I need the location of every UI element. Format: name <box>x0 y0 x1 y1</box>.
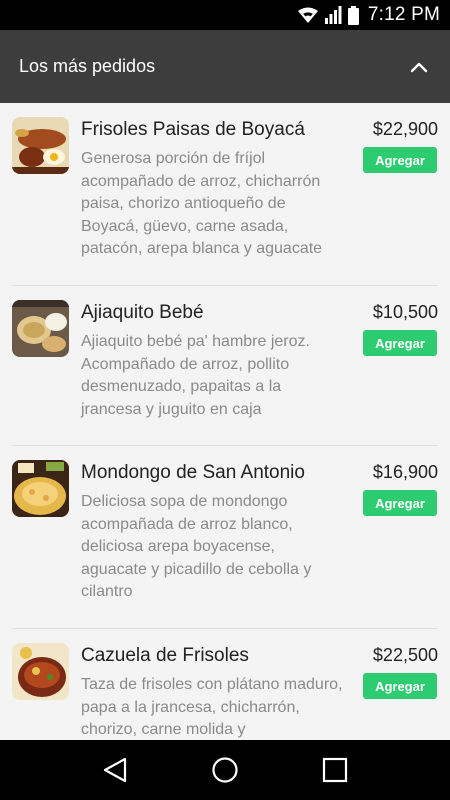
menu-list[interactable]: Frisoles Paisas de Boyacá Generosa porci… <box>0 103 450 740</box>
dish-description: Deliciosa sopa de mondongo acompañada de… <box>81 493 312 601</box>
back-icon[interactable] <box>91 746 139 794</box>
navigation-bar <box>0 740 450 800</box>
section-header[interactable]: Los más pedidos <box>0 30 450 103</box>
list-item[interactable]: Ajiaquito Bebé Ajiaquito bebé pa' hambre… <box>12 286 438 446</box>
dish-name: Cazuela de Frisoles <box>81 645 249 666</box>
status-bar: 7:12 PM <box>0 0 450 30</box>
dish-price: $10,500 <box>372 302 438 322</box>
add-button[interactable]: Agregar <box>363 330 437 356</box>
chevron-up-icon[interactable] <box>406 54 432 80</box>
add-button[interactable]: Agregar <box>363 147 437 173</box>
add-button[interactable]: Agregar <box>363 673 437 699</box>
dish-image <box>12 460 69 517</box>
recents-icon[interactable] <box>311 746 359 794</box>
status-time: 7:12 PM <box>367 4 440 25</box>
dish-price: $22,500 <box>372 645 438 665</box>
dish-image <box>12 117 69 174</box>
section-title: Los más pedidos <box>19 56 156 76</box>
list-item[interactable]: Mondongo de San Antonio Deliciosa sopa d… <box>12 446 438 629</box>
dish-name: Mondongo de San Antonio <box>81 462 305 483</box>
dish-image <box>12 643 69 700</box>
dish-name: Ajiaquito Bebé <box>81 302 204 323</box>
dish-image <box>12 300 69 357</box>
dish-price: $22,900 <box>372 119 438 139</box>
dish-description: Taza de frisoles con plátano maduro, pap… <box>81 676 343 739</box>
wifi-icon <box>297 7 318 23</box>
list-item[interactable]: Frisoles Paisas de Boyacá Generosa porci… <box>12 103 438 286</box>
dish-price: $16,900 <box>372 462 438 482</box>
dish-description: Ajiaquito bebé pa' hambre jeroz. Acompañ… <box>81 333 310 418</box>
dish-name: Frisoles Paisas de Boyacá <box>81 119 305 140</box>
list-item[interactable]: Cazuela de Frisoles Taza de frisoles con… <box>12 629 438 740</box>
add-button[interactable]: Agregar <box>363 490 437 516</box>
home-icon[interactable] <box>201 746 249 794</box>
battery-icon <box>347 5 359 25</box>
dish-description: Generosa porción de fríjol acompañado de… <box>81 150 323 258</box>
signal-icon <box>324 6 342 24</box>
